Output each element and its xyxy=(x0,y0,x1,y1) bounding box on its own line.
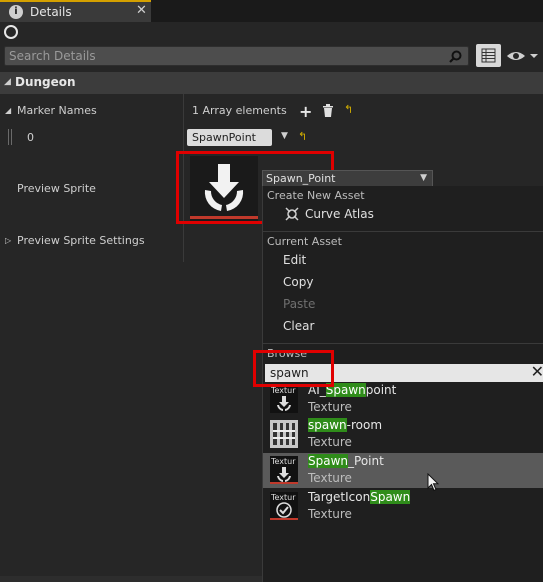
chevron-down-icon[interactable]: ▼ xyxy=(420,173,427,183)
trash-icon[interactable] xyxy=(322,104,334,117)
search-icon[interactable] xyxy=(449,50,462,63)
search-box[interactable] xyxy=(4,46,469,66)
asset-list-item-selected[interactable]: Textur Spawn_Point Texture xyxy=(263,453,543,488)
asset-color-bar xyxy=(270,518,298,520)
preview-sprite-settings-label: Preview Sprite Settings xyxy=(17,234,145,247)
asset-list-item[interactable]: Textur AI_Spawnpoint Texture xyxy=(263,382,543,417)
element-options-arrow-icon[interactable]: ▼ xyxy=(281,131,288,141)
asset-name: spawn-room xyxy=(308,418,383,432)
spawn-icon xyxy=(277,467,291,482)
copy-menu-item[interactable]: Copy xyxy=(283,275,313,289)
mouse-cursor-icon xyxy=(427,473,439,492)
grid-icon xyxy=(481,48,496,63)
clear-filter-icon[interactable]: ✕ xyxy=(531,362,543,381)
drag-handle-icon[interactable] xyxy=(8,129,12,145)
view-options-button[interactable] xyxy=(505,47,541,65)
texture-thumbnail: Textur xyxy=(270,385,298,413)
marker-name-value: SpawnPoint xyxy=(192,131,256,144)
spawn-room-icon xyxy=(270,420,298,448)
asset-list-item[interactable]: Textur TargetIconSpawn Texture xyxy=(263,489,543,524)
search-input[interactable] xyxy=(9,49,439,63)
asset-picker-combo[interactable]: Spawn_Point ▼ xyxy=(262,170,433,187)
preview-sprite-label: Preview Sprite xyxy=(17,182,96,195)
asset-name: Spawn_Point xyxy=(308,454,384,468)
asset-type: Texture xyxy=(308,400,352,414)
asset-type: Texture xyxy=(308,435,352,449)
texture-thumbnail: Textur xyxy=(270,456,298,484)
add-element-icon[interactable]: + xyxy=(299,102,312,121)
eye-icon xyxy=(507,52,538,60)
asset-picker-value: Spawn_Point xyxy=(266,172,336,185)
close-icon[interactable]: ✕ xyxy=(136,3,147,18)
asset-type: Texture xyxy=(308,471,352,485)
asset-color-bar xyxy=(270,482,298,484)
tab-details[interactable]: i Details ✕ xyxy=(0,0,151,22)
current-asset-heading: Current Asset xyxy=(267,235,342,248)
property-matrix-button[interactable] xyxy=(476,44,501,67)
reset-to-default-icon[interactable]: ↰ xyxy=(344,103,353,116)
lock-toggle-icon[interactable] xyxy=(4,25,18,39)
target-icon xyxy=(276,502,292,518)
expand-arrow-icon[interactable]: ▷ xyxy=(5,236,11,245)
create-new-asset-heading: Create New Asset xyxy=(267,189,365,202)
asset-list-item[interactable]: spawn-room Texture xyxy=(263,417,543,452)
asset-name: TargetIconSpawn xyxy=(308,490,411,504)
reset-element-icon[interactable]: ↰ xyxy=(298,130,307,143)
curve-atlas-icon xyxy=(285,207,299,221)
array-index-label: 0 xyxy=(27,131,34,144)
status-bar xyxy=(0,576,262,582)
marker-name-input[interactable]: SpawnPoint xyxy=(187,129,272,146)
collapse-arrow-icon[interactable]: ◢ xyxy=(4,77,11,87)
texture-thumbnail xyxy=(270,420,298,448)
array-count: 1 Array elements xyxy=(192,104,287,117)
tab-label: Details xyxy=(30,5,72,19)
spawn-icon xyxy=(277,396,291,411)
category-header[interactable]: ◢ Dungeon xyxy=(0,72,543,94)
marker-names-label: Marker Names xyxy=(17,104,97,117)
asset-type: Texture xyxy=(308,507,352,521)
annotation-highlight-box xyxy=(253,350,334,387)
expand-arrow-icon[interactable]: ◢ xyxy=(5,106,11,115)
clear-menu-item[interactable]: Clear xyxy=(283,319,314,333)
paste-menu-item[interactable]: Paste xyxy=(283,297,315,311)
curve-atlas-menu-item[interactable]: Curve Atlas xyxy=(305,207,374,221)
separator xyxy=(263,343,543,344)
separator xyxy=(263,231,543,232)
texture-thumbnail: Textur xyxy=(270,492,298,520)
edit-menu-item[interactable]: Edit xyxy=(283,253,306,267)
info-icon: i xyxy=(9,5,23,19)
category-title: Dungeon xyxy=(15,75,76,89)
